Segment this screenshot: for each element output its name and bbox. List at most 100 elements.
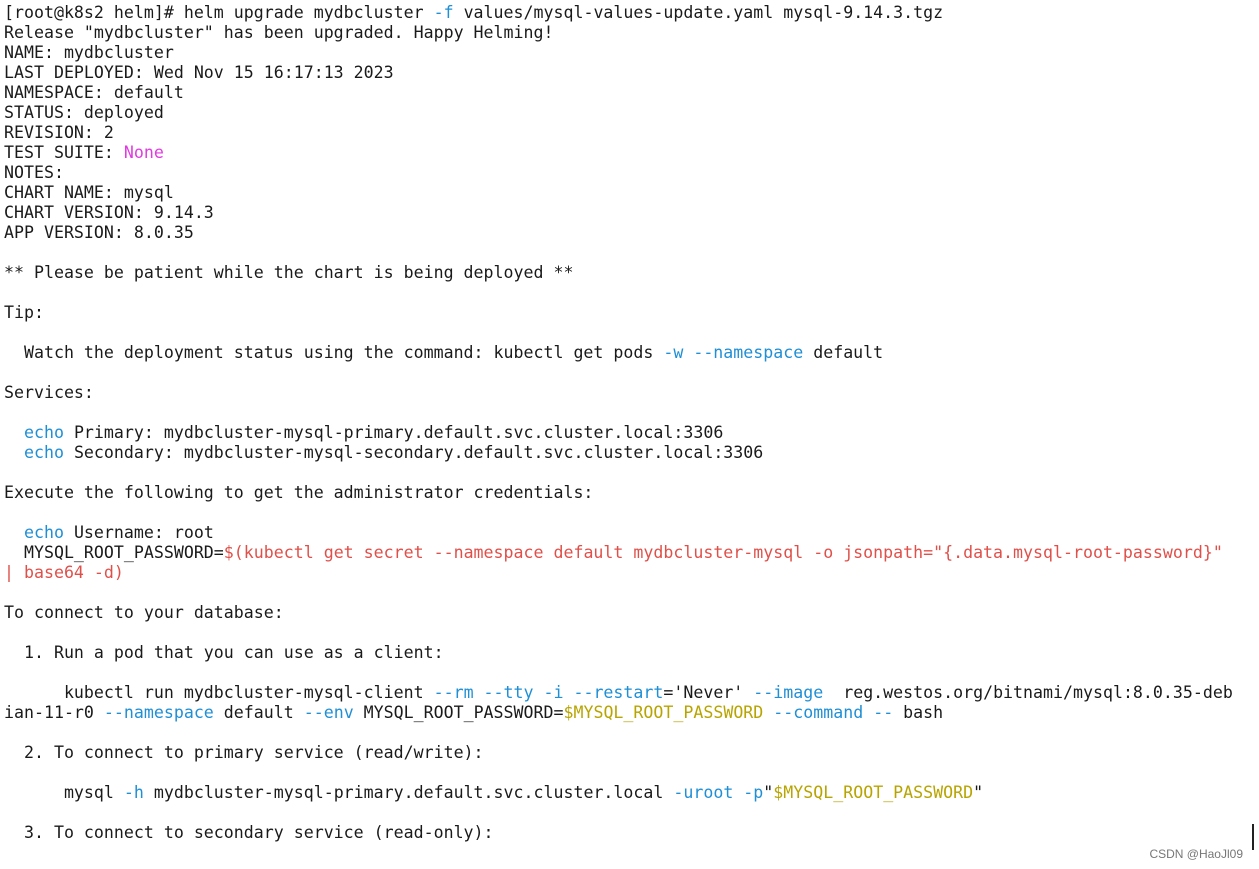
terminal-text-segment: --rm --tty -i --restart: [433, 683, 664, 702]
terminal-text-segment: Tip:: [4, 303, 44, 322]
terminal-text-segment: $MYSQL_ROOT_PASSWORD: [563, 703, 764, 722]
terminal-output: [root@k8s2 helm]# helm upgrade mydbclust…: [4, 3, 1233, 843]
terminal-text-segment: ian-11-r0: [4, 703, 104, 722]
terminal-line: To connect to your database:: [4, 603, 1233, 623]
terminal-text-segment: ** Please be patient while the chart is …: [4, 263, 574, 282]
terminal-line: MYSQL_ROOT_PASSWORD=$(kubectl get secret…: [4, 543, 1233, 563]
terminal-line: TEST SUITE: None: [4, 143, 1233, 163]
terminal-text-segment: -uroot -p: [673, 783, 764, 802]
terminal-line: CHART VERSION: 9.14.3: [4, 203, 1233, 223]
terminal-text-segment: To connect to your database:: [4, 603, 284, 622]
terminal-line: echo Secondary: mydbcluster-mysql-second…: [4, 443, 1233, 463]
terminal-line: echo Primary: mydbcluster-mysql-primary.…: [4, 423, 1233, 443]
terminal-text-segment: | base64 -d): [4, 563, 124, 582]
terminal-text-segment: default: [213, 703, 304, 722]
terminal-line: kubectl run mydbcluster-mysql-client --r…: [4, 683, 1233, 703]
terminal-line: 3. To connect to secondary service (read…: [4, 823, 1233, 843]
terminal-text-segment: APP VERSION: 8.0.35: [4, 223, 194, 242]
terminal-line: ** Please be patient while the chart is …: [4, 263, 1233, 283]
terminal-line: Watch the deployment status using the co…: [4, 343, 1233, 363]
terminal-line: Services:: [4, 383, 1233, 403]
terminal-text-segment: --namespace: [103, 703, 214, 722]
terminal-line: | base64 -d): [4, 563, 1233, 583]
terminal-line: CHART NAME: mysql: [4, 183, 1233, 203]
terminal-text-segment: 1. Run a pod that you can use as a clien…: [4, 643, 444, 662]
watermark: CSDN @HaoJl09: [1149, 847, 1243, 861]
terminal-text-segment: kubectl run mydbcluster-mysql-client: [4, 683, 434, 702]
terminal-line: 2. To connect to primary service (read/w…: [4, 743, 1233, 763]
terminal-text-segment: mydbcluster-mysql-primary.default.svc.cl…: [143, 783, 674, 802]
terminal-line: 1. Run a pod that you can use as a clien…: [4, 643, 1233, 663]
terminal-text-segment: --image: [753, 683, 824, 702]
terminal-text-segment: $MYSQL_ROOT_PASSWORD: [773, 783, 974, 802]
terminal-text-segment: None: [123, 143, 164, 162]
terminal-text-segment: NAMESPACE: default: [4, 83, 184, 102]
terminal-text-segment: [root@k8s2 helm]# helm upgrade mydbclust…: [4, 3, 434, 22]
terminal-text-segment: --env: [303, 703, 354, 722]
terminal-text-segment: ": [763, 783, 774, 802]
terminal-line: LAST DEPLOYED: Wed Nov 15 16:17:13 2023: [4, 63, 1233, 83]
terminal-text-segment: Secondary: mydbcluster-mysql-secondary.d…: [63, 443, 764, 462]
terminal-text-segment: MYSQL_ROOT_PASSWORD=: [353, 703, 564, 722]
terminal-line: Tip:: [4, 303, 1233, 323]
terminal-text-segment: LAST DEPLOYED: Wed Nov 15 16:17:13 2023: [4, 63, 394, 82]
terminal-text-segment: values/mysql-values-update.yaml mysql-9.…: [453, 3, 944, 22]
terminal-text-segment: mysql: [4, 783, 124, 802]
terminal-text-segment: NOTES:: [4, 163, 64, 182]
terminal-text-segment: Watch the deployment status using the co…: [4, 343, 664, 362]
terminal-text-segment: $(kubectl get secret --namespace default…: [223, 543, 1223, 562]
terminal-text-segment: -h: [123, 783, 144, 802]
terminal-text-segment: echo: [23, 523, 64, 542]
terminal-line: ian-11-r0 --namespace default --env MYSQ…: [4, 703, 1233, 723]
terminal-text-segment: Release "mydbcluster" has been upgraded.…: [4, 23, 554, 42]
terminal-line: [root@k8s2 helm]# helm upgrade mydbclust…: [4, 3, 1233, 23]
terminal-text-segment: -f: [433, 3, 454, 22]
terminal-line: NOTES:: [4, 163, 1233, 183]
terminal-text-segment: default: [803, 343, 884, 362]
terminal-text-segment: echo: [23, 423, 64, 442]
terminal-text-segment: STATUS: deployed: [4, 103, 164, 122]
terminal-text-segment: -w --namespace: [663, 343, 804, 362]
terminal-text-segment: ": [973, 783, 984, 802]
terminal-text-segment: bash: [893, 703, 944, 722]
terminal-text-segment: --command --: [773, 703, 894, 722]
terminal-text-segment: Username: root: [63, 523, 214, 542]
terminal-text-segment: MYSQL_ROOT_PASSWORD=: [4, 543, 224, 562]
terminal-line: REVISION: 2: [4, 123, 1233, 143]
terminal-text-segment: TEST SUITE:: [4, 143, 124, 162]
terminal-line: APP VERSION: 8.0.35: [4, 223, 1233, 243]
terminal-line: Execute the following to get the adminis…: [4, 483, 1233, 503]
terminal-text-segment: 2. To connect to primary service (read/w…: [4, 743, 484, 762]
terminal-text-segment: 3. To connect to secondary service (read…: [4, 823, 494, 842]
terminal-line: mysql -h mydbcluster-mysql-primary.defau…: [4, 783, 1233, 803]
terminal-line: NAME: mydbcluster: [4, 43, 1233, 63]
scrollbar-thumb[interactable]: [1252, 824, 1254, 850]
terminal-text-segment: Primary: mydbcluster-mysql-primary.defau…: [63, 423, 724, 442]
terminal-window[interactable]: [root@k8s2 helm]# helm upgrade mydbclust…: [0, 0, 1259, 869]
terminal-text-segment: CHART VERSION: 9.14.3: [4, 203, 214, 222]
terminal-text-segment: Services:: [4, 383, 94, 402]
terminal-text-segment: NAME: mydbcluster: [4, 43, 174, 62]
terminal-line: STATUS: deployed: [4, 103, 1233, 123]
terminal-text-segment: echo: [23, 443, 64, 462]
terminal-line: echo Username: root: [4, 523, 1233, 543]
terminal-text-segment: Execute the following to get the adminis…: [4, 483, 594, 502]
terminal-text-segment: ='Never': [663, 683, 754, 702]
